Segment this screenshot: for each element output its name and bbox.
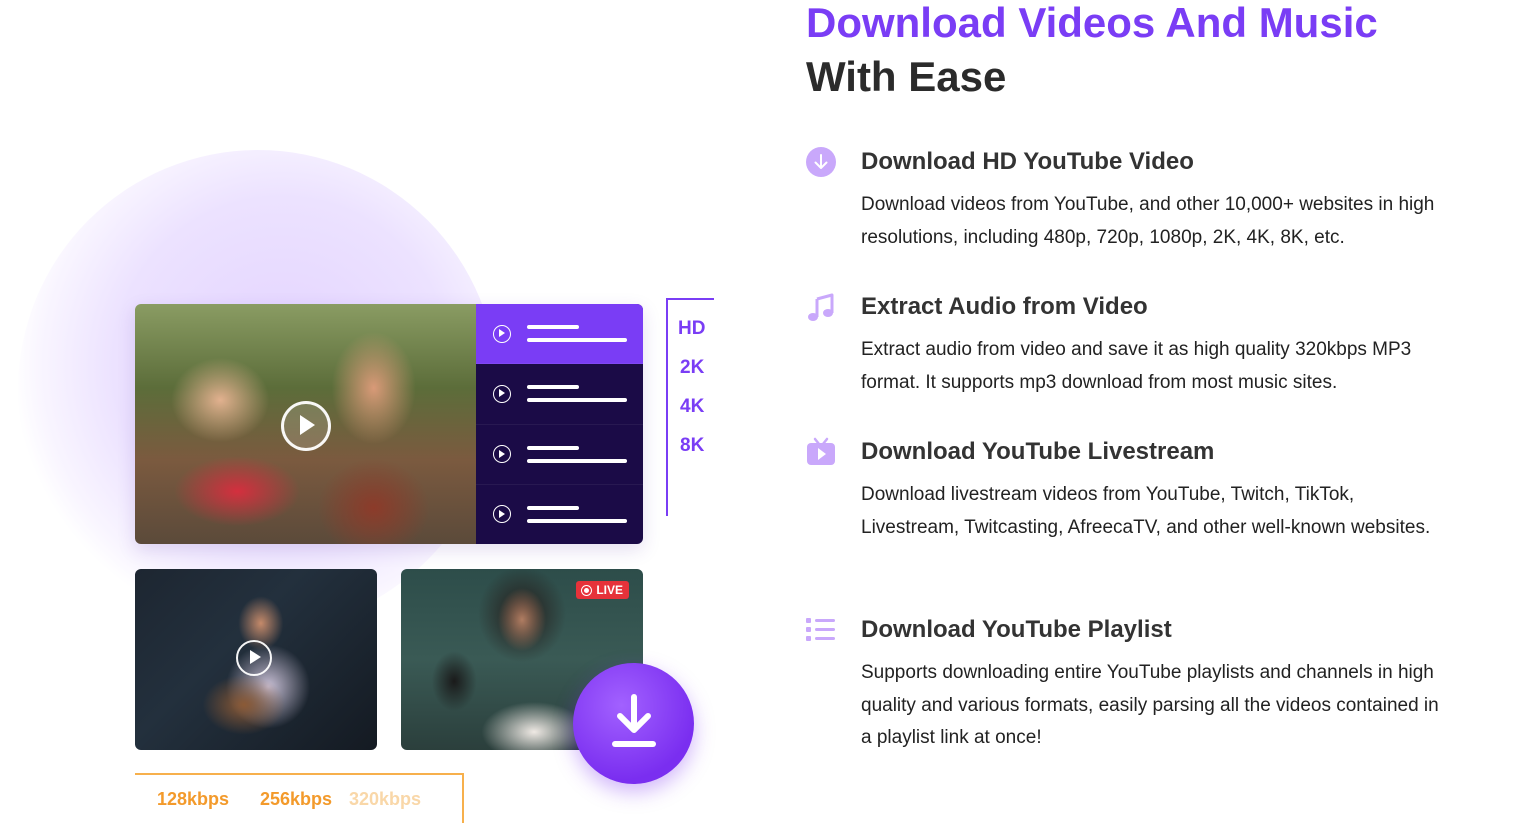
heading-line-1: Download Videos And Music — [806, 0, 1378, 46]
playlist-item[interactable] — [476, 425, 643, 485]
playlist-item[interactable] — [476, 485, 643, 544]
download-arrow-icon — [806, 147, 836, 177]
bitrate-320: 320kbps — [349, 789, 422, 809]
playlist-item[interactable] — [476, 304, 643, 365]
resolution-8k: 8K — [680, 435, 705, 456]
section-heading: Download Videos And Music With Ease — [806, 0, 1378, 104]
live-label: LIVE — [596, 583, 623, 597]
download-icon — [612, 694, 656, 747]
feature-description: Supports downloading entire YouTube play… — [861, 662, 1439, 748]
bitrate-256: 256kbps — [260, 789, 333, 809]
bitrate-list: 128kbps 256kbps 320kbps — [157, 789, 421, 810]
feature-description: Download videos from YouTube, and other … — [861, 194, 1435, 248]
resolution-list: HD 2K 4K 8K — [678, 318, 705, 457]
play-icon[interactable] — [281, 401, 331, 451]
play-icon — [493, 384, 511, 403]
concert-photo — [135, 304, 476, 544]
bitrate-128: 128kbps — [157, 789, 230, 809]
guitarist-thumbnail — [135, 569, 377, 750]
feature-description: Extract audio from video and save it as … — [861, 339, 1412, 393]
playlist-icon — [806, 618, 835, 641]
feature-title: Download YouTube Playlist — [861, 616, 1172, 643]
resolution-4k: 4K — [680, 396, 705, 417]
live-record-icon — [581, 584, 593, 596]
music-note-icon — [808, 293, 834, 321]
play-icon — [493, 324, 511, 343]
play-icon — [493, 445, 511, 464]
feature-title: Download YouTube Livestream — [861, 438, 1215, 465]
play-icon[interactable] — [236, 640, 272, 676]
feature-title: Extract Audio from Video — [861, 293, 1148, 320]
download-button[interactable] — [573, 663, 694, 784]
playlist-panel — [476, 304, 643, 544]
video-preview-card — [135, 304, 643, 544]
heading-line-2: With Ease — [806, 53, 1007, 100]
feature-description: Download livestream videos from YouTube,… — [861, 484, 1431, 538]
live-badge: LIVE — [576, 581, 629, 599]
feature-title: Download HD YouTube Video — [861, 148, 1194, 175]
play-icon — [493, 505, 511, 524]
playlist-item[interactable] — [476, 364, 643, 425]
resolution-hd: HD — [678, 318, 706, 339]
tv-play-icon — [807, 437, 835, 465]
resolution-2k: 2K — [680, 357, 705, 378]
